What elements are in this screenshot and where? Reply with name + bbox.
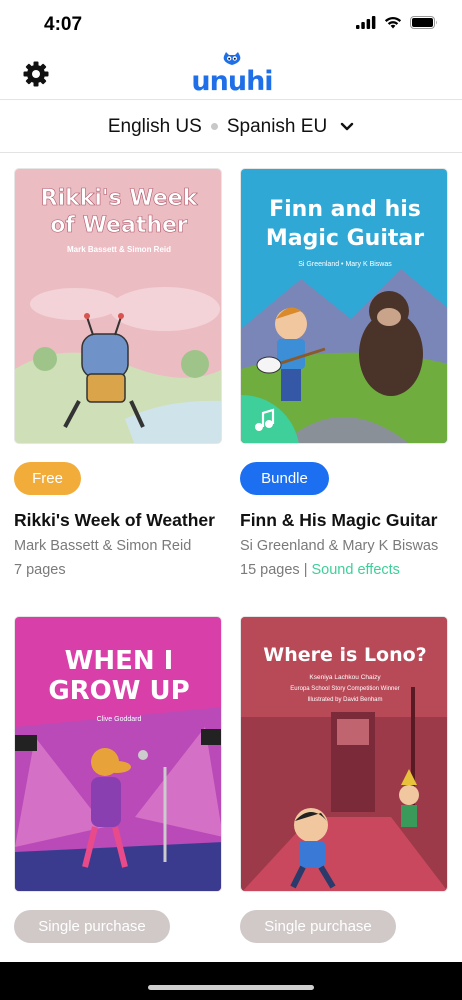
book-cover[interactable]: Where is Lono? Kseniya Lachkou Chaizy Eu… — [240, 616, 448, 892]
wifi-icon — [384, 16, 402, 29]
cover-award: Europa School Story Competition Winner — [290, 686, 399, 692]
bundle-badge: Bundle — [240, 462, 329, 495]
cover-authors: Clive Goddard — [97, 716, 142, 723]
book-pages: 15 pages | Sound effects — [240, 562, 400, 578]
app-header: unuhi — [0, 50, 462, 100]
book-pages: 7 pages — [14, 562, 66, 578]
pages-separator: | — [299, 562, 312, 578]
sound-effects-label: Sound effects — [311, 562, 400, 578]
status-bar: 4:07 — [0, 0, 462, 50]
cover-title-line: Rikki's Week — [41, 186, 199, 211]
cover-title-line: of Weather — [50, 213, 188, 238]
status-time: 4:07 — [44, 14, 83, 35]
home-indicator[interactable] — [148, 985, 314, 990]
book-title: Finn & His Magic Guitar — [240, 510, 438, 530]
single-purchase-badge: Single purchase — [14, 910, 170, 943]
book-cover[interactable]: WHEN I GROW UP Clive Goddard — [14, 616, 222, 892]
language-primary: English US — [107, 115, 202, 137]
book-card[interactable]: Where is Lono? Kseniya Lachkou Chaizy Eu… — [240, 616, 448, 962]
single-purchase-badge: Single purchase — [240, 910, 396, 943]
book-card[interactable]: WHEN I GROW UP Clive Goddard Single purc… — [14, 616, 222, 962]
unuhi-logo: unuhi — [190, 52, 274, 97]
home-bar-area — [0, 962, 462, 1000]
page-count: 15 pages — [240, 562, 300, 578]
book-authors: Mark Bassett & Simon Reid — [14, 538, 192, 554]
cover-title-line: Finn and his — [269, 197, 421, 222]
cover-title-line: WHEN I — [65, 646, 174, 676]
book-cover[interactable]: Finn and his Magic Guitar Si Greenland •… — [240, 168, 448, 444]
book-authors: Si Greenland & Mary K Biswas — [240, 538, 439, 554]
book-card[interactable]: Rikki's Week of Weather Mark Bassett & S… — [14, 168, 222, 588]
free-badge: Free — [14, 462, 81, 495]
settings-button[interactable] — [22, 60, 50, 88]
cover-authors: Si Greenland • Mary K Biswas — [298, 261, 392, 268]
status-icons — [356, 16, 438, 29]
owl-icon — [223, 52, 241, 65]
cover-authors: Mark Bassett & Simon Reid — [67, 245, 171, 254]
chevron-down-icon — [340, 122, 354, 130]
book-title: Rikki's Week of Weather — [14, 510, 215, 530]
gear-icon — [23, 61, 49, 87]
cover-illustrator: Illustrated by David Benham — [307, 697, 382, 703]
language-selector[interactable]: English US Spanish EU — [0, 101, 462, 153]
cover-author: Kseniya Lachkou Chaizy — [309, 674, 381, 681]
book-cover[interactable]: Rikki's Week of Weather Mark Bassett & S… — [14, 168, 222, 444]
cover-title-line: Magic Guitar — [266, 226, 424, 251]
language-separator-dot — [210, 123, 218, 130]
cover-title-line: Where is Lono? — [263, 644, 426, 666]
book-card[interactable]: Finn and his Magic Guitar Si Greenland •… — [240, 168, 448, 588]
language-secondary: Spanish EU — [226, 115, 328, 137]
svg-text:unuhi: unuhi — [191, 66, 272, 96]
battery-icon — [410, 16, 437, 29]
cover-title-line: GROW UP — [48, 676, 189, 706]
signal-icon — [356, 16, 376, 29]
